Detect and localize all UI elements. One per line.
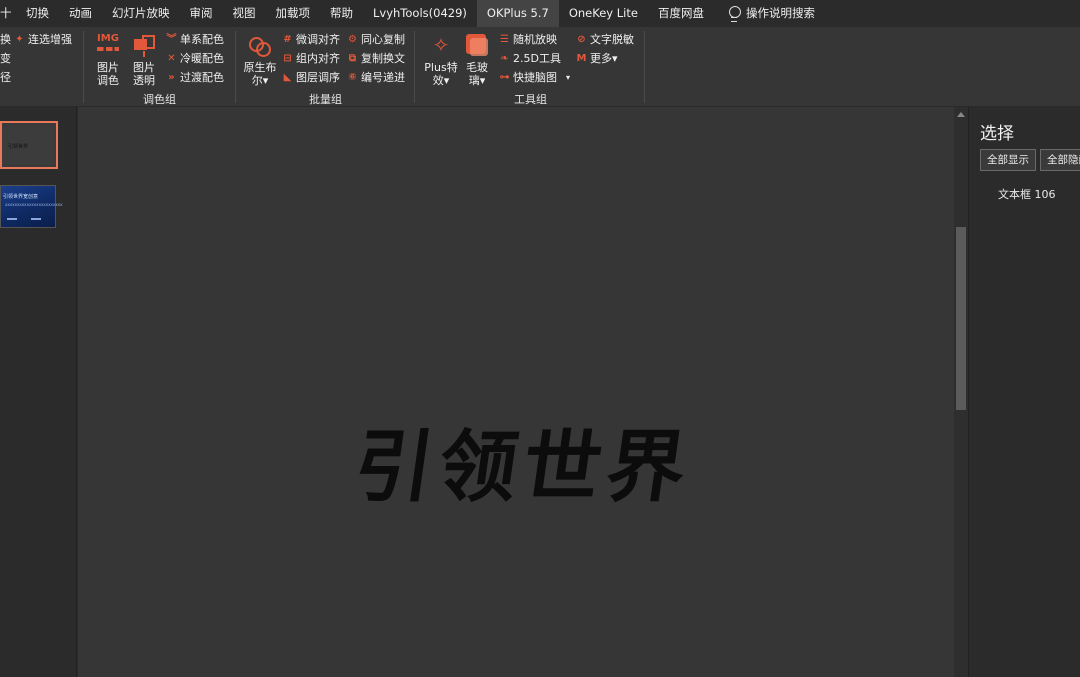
- menu-item-view[interactable]: 视图: [223, 0, 266, 27]
- fine-align-button[interactable]: # 微调对齐: [282, 31, 340, 47]
- img-adjust-button[interactable]: IMG 图片 调色: [93, 33, 123, 87]
- plus-effect-button[interactable]: ✧ Plus特 效▾: [423, 33, 459, 87]
- slide-text-box[interactable]: 引领世界: [306, 405, 742, 517]
- frosted-glass-icon: [464, 33, 490, 57]
- group-label-color: 调色组: [143, 93, 176, 106]
- group-label-tools: 工具组: [514, 93, 547, 106]
- copy-icon: ⧉: [348, 52, 357, 64]
- number-increment-button[interactable]: ⑥ 编号递进: [347, 69, 405, 85]
- scrollbar-thumb[interactable]: [956, 227, 966, 410]
- phone-shape-icon: ❧: [500, 52, 509, 64]
- chevron-down-icon[interactable]: ▾: [566, 73, 570, 82]
- single-color-button[interactable]: ︾ 单系配色: [166, 31, 225, 47]
- enhance-select-button[interactable]: ✦ 连选增强: [14, 31, 72, 47]
- menu-item-help[interactable]: 帮助: [320, 0, 363, 27]
- menu-item-lvyhtools[interactable]: LvyhTools(0429): [363, 0, 477, 27]
- thumbnail-text: 引领世界: [8, 144, 29, 150]
- quick-brain-button[interactable]: ⊶ 快捷脑图 ▾: [499, 69, 571, 85]
- ribbon-separator: [414, 31, 415, 103]
- sparkle-wand-icon: ✧: [432, 33, 450, 57]
- group-align-button[interactable]: ⊟ 组内对齐: [282, 50, 340, 66]
- ribbon-partial-1[interactable]: 换: [0, 31, 11, 47]
- concentric-copy-button[interactable]: ⚙ 同心复制: [347, 31, 405, 47]
- transition-color-button[interactable]: » 过渡配色: [166, 69, 224, 85]
- layer-triangle-icon: ◣: [283, 71, 292, 83]
- menu-item-slideshow[interactable]: 幻灯片放映: [102, 0, 180, 27]
- number-box-icon: ⑥: [348, 71, 357, 83]
- align-box-icon: ⊟: [283, 52, 292, 64]
- no-sign-icon: ⊘: [577, 33, 586, 45]
- chevron-double-down-icon: ︾: [166, 33, 177, 45]
- text-desensitize-button[interactable]: ⊘ 文字脱敏: [576, 31, 634, 47]
- selection-pane-title: 选择: [980, 124, 1014, 144]
- more-button[interactable]: M 更多▾: [576, 50, 618, 66]
- tell-me-search[interactable]: 操作说明搜索: [714, 0, 825, 27]
- selection-pane: 选择 全部显示 全部隐藏 文本框 106: [968, 107, 1080, 677]
- gear-icon: ⚙: [348, 33, 357, 45]
- show-all-button[interactable]: 全部显示: [980, 149, 1036, 171]
- frosted-glass-button[interactable]: 毛玻 璃▾: [462, 33, 492, 87]
- select-plus-icon: ✦: [15, 33, 24, 45]
- menu-item-onekey[interactable]: OneKey Lite: [559, 0, 648, 27]
- menu-item-addins[interactable]: 加载项: [266, 0, 321, 27]
- img-icon: IMG: [95, 33, 121, 57]
- slide-thumbnail-1[interactable]: 引领世界: [0, 121, 58, 169]
- ribbon-partial-3[interactable]: 径: [0, 69, 11, 85]
- layer-order-button[interactable]: ◣ 图层调序: [282, 69, 340, 85]
- hide-all-button[interactable]: 全部隐藏: [1040, 149, 1080, 171]
- lightbulb-icon: [728, 6, 741, 22]
- ribbon: 换 变 径 ✦ 连选增强 IMG 图片 调色 图片 透明 ︾ 单系配色 ✕ 冷暖…: [0, 27, 1080, 107]
- copy-swap-button[interactable]: ⧉ 复制换文: [347, 50, 405, 66]
- slide-thumbnails-pane: 引领世界 引领世界宽创意 XXXXXXXXXXXXXXXXXXXXXXXX: [0, 107, 77, 677]
- menu-item-review[interactable]: 审阅: [180, 0, 223, 27]
- chevron-double-right-icon: »: [168, 71, 175, 83]
- menu-item-partial[interactable]: 十: [0, 0, 16, 27]
- tool-25d-button[interactable]: ❧ 2.5D工具: [499, 50, 561, 66]
- cool-warm-button[interactable]: ✕ 冷暖配色: [166, 50, 224, 66]
- slide-thumbnail-2[interactable]: 引领世界宽创意 XXXXXXXXXXXXXXXXXXXXXXXX: [0, 185, 63, 228]
- ribbon-separator: [235, 31, 236, 103]
- menu-item-okplus[interactable]: OKPlus 5.7: [476, 0, 559, 27]
- ribbon-separator: [644, 31, 645, 103]
- vertical-scrollbar[interactable]: [954, 107, 968, 677]
- menu-item-animations[interactable]: 动画: [59, 0, 102, 27]
- transparency-icon: [131, 33, 157, 57]
- random-place-button[interactable]: ☰ 随机放映: [499, 31, 557, 47]
- m-logo-icon: M: [576, 52, 587, 64]
- tell-me-label: 操作说明搜索: [745, 6, 815, 20]
- menu-item-baidu[interactable]: 百度网盘: [648, 0, 714, 27]
- grid-align-icon: #: [283, 33, 292, 45]
- slide-canvas[interactable]: 引领世界: [78, 107, 954, 677]
- boolean-button[interactable]: 原生布 尔▾: [242, 33, 278, 87]
- ribbon-partial-2[interactable]: 变: [0, 50, 11, 66]
- menu-item-transitions[interactable]: 切换: [16, 0, 59, 27]
- scroll-up-icon[interactable]: [957, 112, 965, 117]
- cross-arrows-icon: ✕: [167, 52, 176, 64]
- thumbnail-subtitle: XXXXXXXXXXXXXXXXXXXXXXXX: [5, 203, 63, 207]
- list-icon: ☰: [500, 33, 509, 45]
- ribbon-separator: [83, 31, 84, 103]
- selection-item-textbox[interactable]: 文本框 106: [998, 186, 1056, 202]
- thumbnail-title: 引领世界宽创意: [3, 194, 39, 200]
- boolean-circles-icon: [247, 33, 273, 57]
- img-transparent-button[interactable]: 图片 透明: [129, 33, 159, 87]
- menu-bar: 十 切换 动画 幻灯片放映 审阅 视图 加载项 帮助 LvyhTools(042…: [0, 0, 1080, 27]
- mindmap-icon: ⊶: [499, 71, 510, 83]
- group-label-batch: 批量组: [309, 93, 342, 106]
